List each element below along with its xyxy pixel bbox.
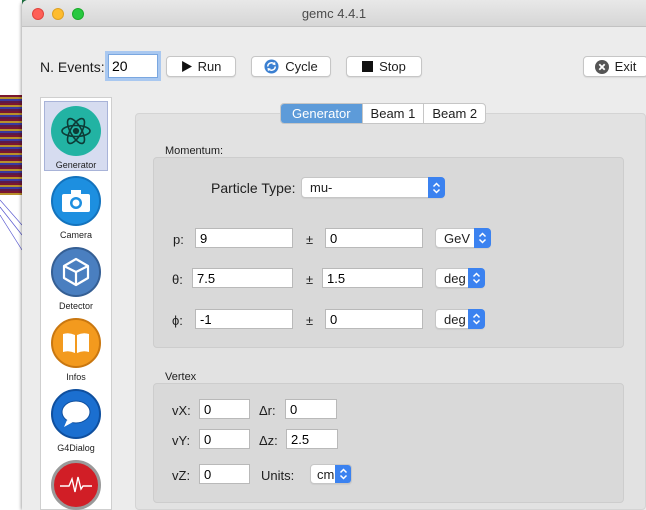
sidebar-item-camera[interactable]: Camera (44, 172, 108, 242)
stop-label: Stop (379, 59, 406, 74)
vy-label: vY: (172, 433, 191, 448)
run-button[interactable]: Run (166, 56, 236, 77)
dr-label: Δr: (259, 403, 276, 418)
camera-icon (51, 176, 101, 226)
chevron-updown-icon (468, 268, 485, 288)
theta-label: θ: (172, 272, 183, 287)
atom-icon (51, 106, 101, 156)
vz-label: vZ: (172, 468, 191, 483)
events-input[interactable] (108, 54, 158, 78)
vertex-units-value: cm (317, 467, 335, 482)
sidebar-item-label: Generator (55, 160, 97, 170)
unity-cube-icon (51, 247, 101, 297)
p-unit-select[interactable]: GeV (435, 228, 491, 248)
dr-field[interactable] (285, 399, 337, 419)
p-error-field[interactable] (325, 228, 423, 248)
sidebar-item-monitor[interactable] (44, 456, 108, 510)
chat-bubble-icon (51, 389, 101, 439)
stop-button[interactable]: Stop (346, 56, 422, 77)
app-window: gemc 4.4.1 N. Events: Run Cycle Stop (22, 0, 646, 510)
vertex-title: Vertex (165, 371, 197, 383)
particle-type-value: mu- (310, 180, 333, 195)
phi-error-field[interactable] (325, 309, 423, 329)
title-bar: gemc 4.4.1 (22, 0, 646, 27)
exit-label: Exit (614, 59, 637, 74)
chevron-updown-icon (474, 228, 491, 248)
sidebar-item-label: Camera (59, 230, 92, 240)
window-title: gemc 4.4.1 (301, 6, 367, 21)
background-left-strip (0, 0, 22, 510)
p-value-field[interactable] (195, 228, 293, 248)
heartbeat-icon (51, 460, 101, 510)
background-tracks (0, 199, 22, 251)
cycle-icon (264, 59, 279, 74)
momentum-title: Momentum: (165, 145, 224, 157)
events-label: N. Events: (40, 59, 105, 75)
run-label: Run (197, 59, 222, 74)
particle-type-select[interactable]: mu- (301, 177, 445, 198)
p-label: p: (173, 232, 184, 247)
theta-unit-value: deg (444, 271, 466, 286)
sidebar: Generator Camera Detector Infos G4Dialog (40, 97, 112, 510)
sidebar-item-label: Detector (58, 301, 93, 311)
cycle-button[interactable]: Cycle (251, 56, 331, 77)
theta-error-field[interactable] (322, 268, 423, 288)
vz-field[interactable] (199, 464, 250, 484)
sidebar-item-generator[interactable]: Generator (44, 101, 108, 171)
phi-value-field[interactable] (195, 309, 293, 329)
tab-bar: Generator Beam 1 Beam 2 (280, 103, 487, 124)
cycle-label: Cycle (285, 59, 318, 74)
background-detector-stripes (0, 95, 22, 195)
book-icon (51, 318, 101, 368)
vx-label: vX: (172, 403, 191, 418)
exit-icon (594, 59, 609, 74)
phi-label: ϕ: (172, 313, 183, 328)
vertex-units-select[interactable]: cm (310, 464, 352, 484)
plus-minus-label: ± (306, 313, 314, 328)
exit-button[interactable]: Exit (583, 56, 646, 77)
particle-type-label: Particle Type: (211, 180, 296, 196)
dz-label: Δz: (259, 433, 278, 448)
plus-minus-label: ± (306, 272, 314, 287)
chevron-updown-icon (335, 465, 351, 483)
play-icon (181, 61, 192, 72)
tab-beam-2[interactable]: Beam 2 (424, 104, 485, 123)
theta-value-field[interactable] (192, 268, 293, 288)
sidebar-item-g4dialog[interactable]: G4Dialog (44, 385, 108, 455)
phi-unit-select[interactable]: deg (435, 309, 485, 329)
tab-generator[interactable]: Generator (281, 104, 363, 123)
vy-field[interactable] (199, 429, 250, 449)
stop-icon (362, 61, 374, 72)
chevron-updown-icon (468, 309, 485, 329)
dz-field[interactable] (286, 429, 338, 449)
chevron-updown-icon (428, 177, 445, 198)
p-unit-value: GeV (444, 231, 471, 246)
phi-unit-value: deg (444, 312, 466, 327)
sidebar-item-label: G4Dialog (57, 443, 95, 453)
sidebar-item-infos[interactable]: Infos (44, 314, 108, 384)
plus-minus-label: ± (306, 232, 314, 247)
units-label: Units: (261, 468, 295, 483)
sidebar-item-label: Infos (66, 372, 86, 382)
tab-beam-1[interactable]: Beam 1 (363, 104, 425, 123)
sidebar-item-detector[interactable]: Detector (44, 243, 108, 313)
vx-field[interactable] (199, 399, 250, 419)
theta-unit-select[interactable]: deg (435, 268, 485, 288)
